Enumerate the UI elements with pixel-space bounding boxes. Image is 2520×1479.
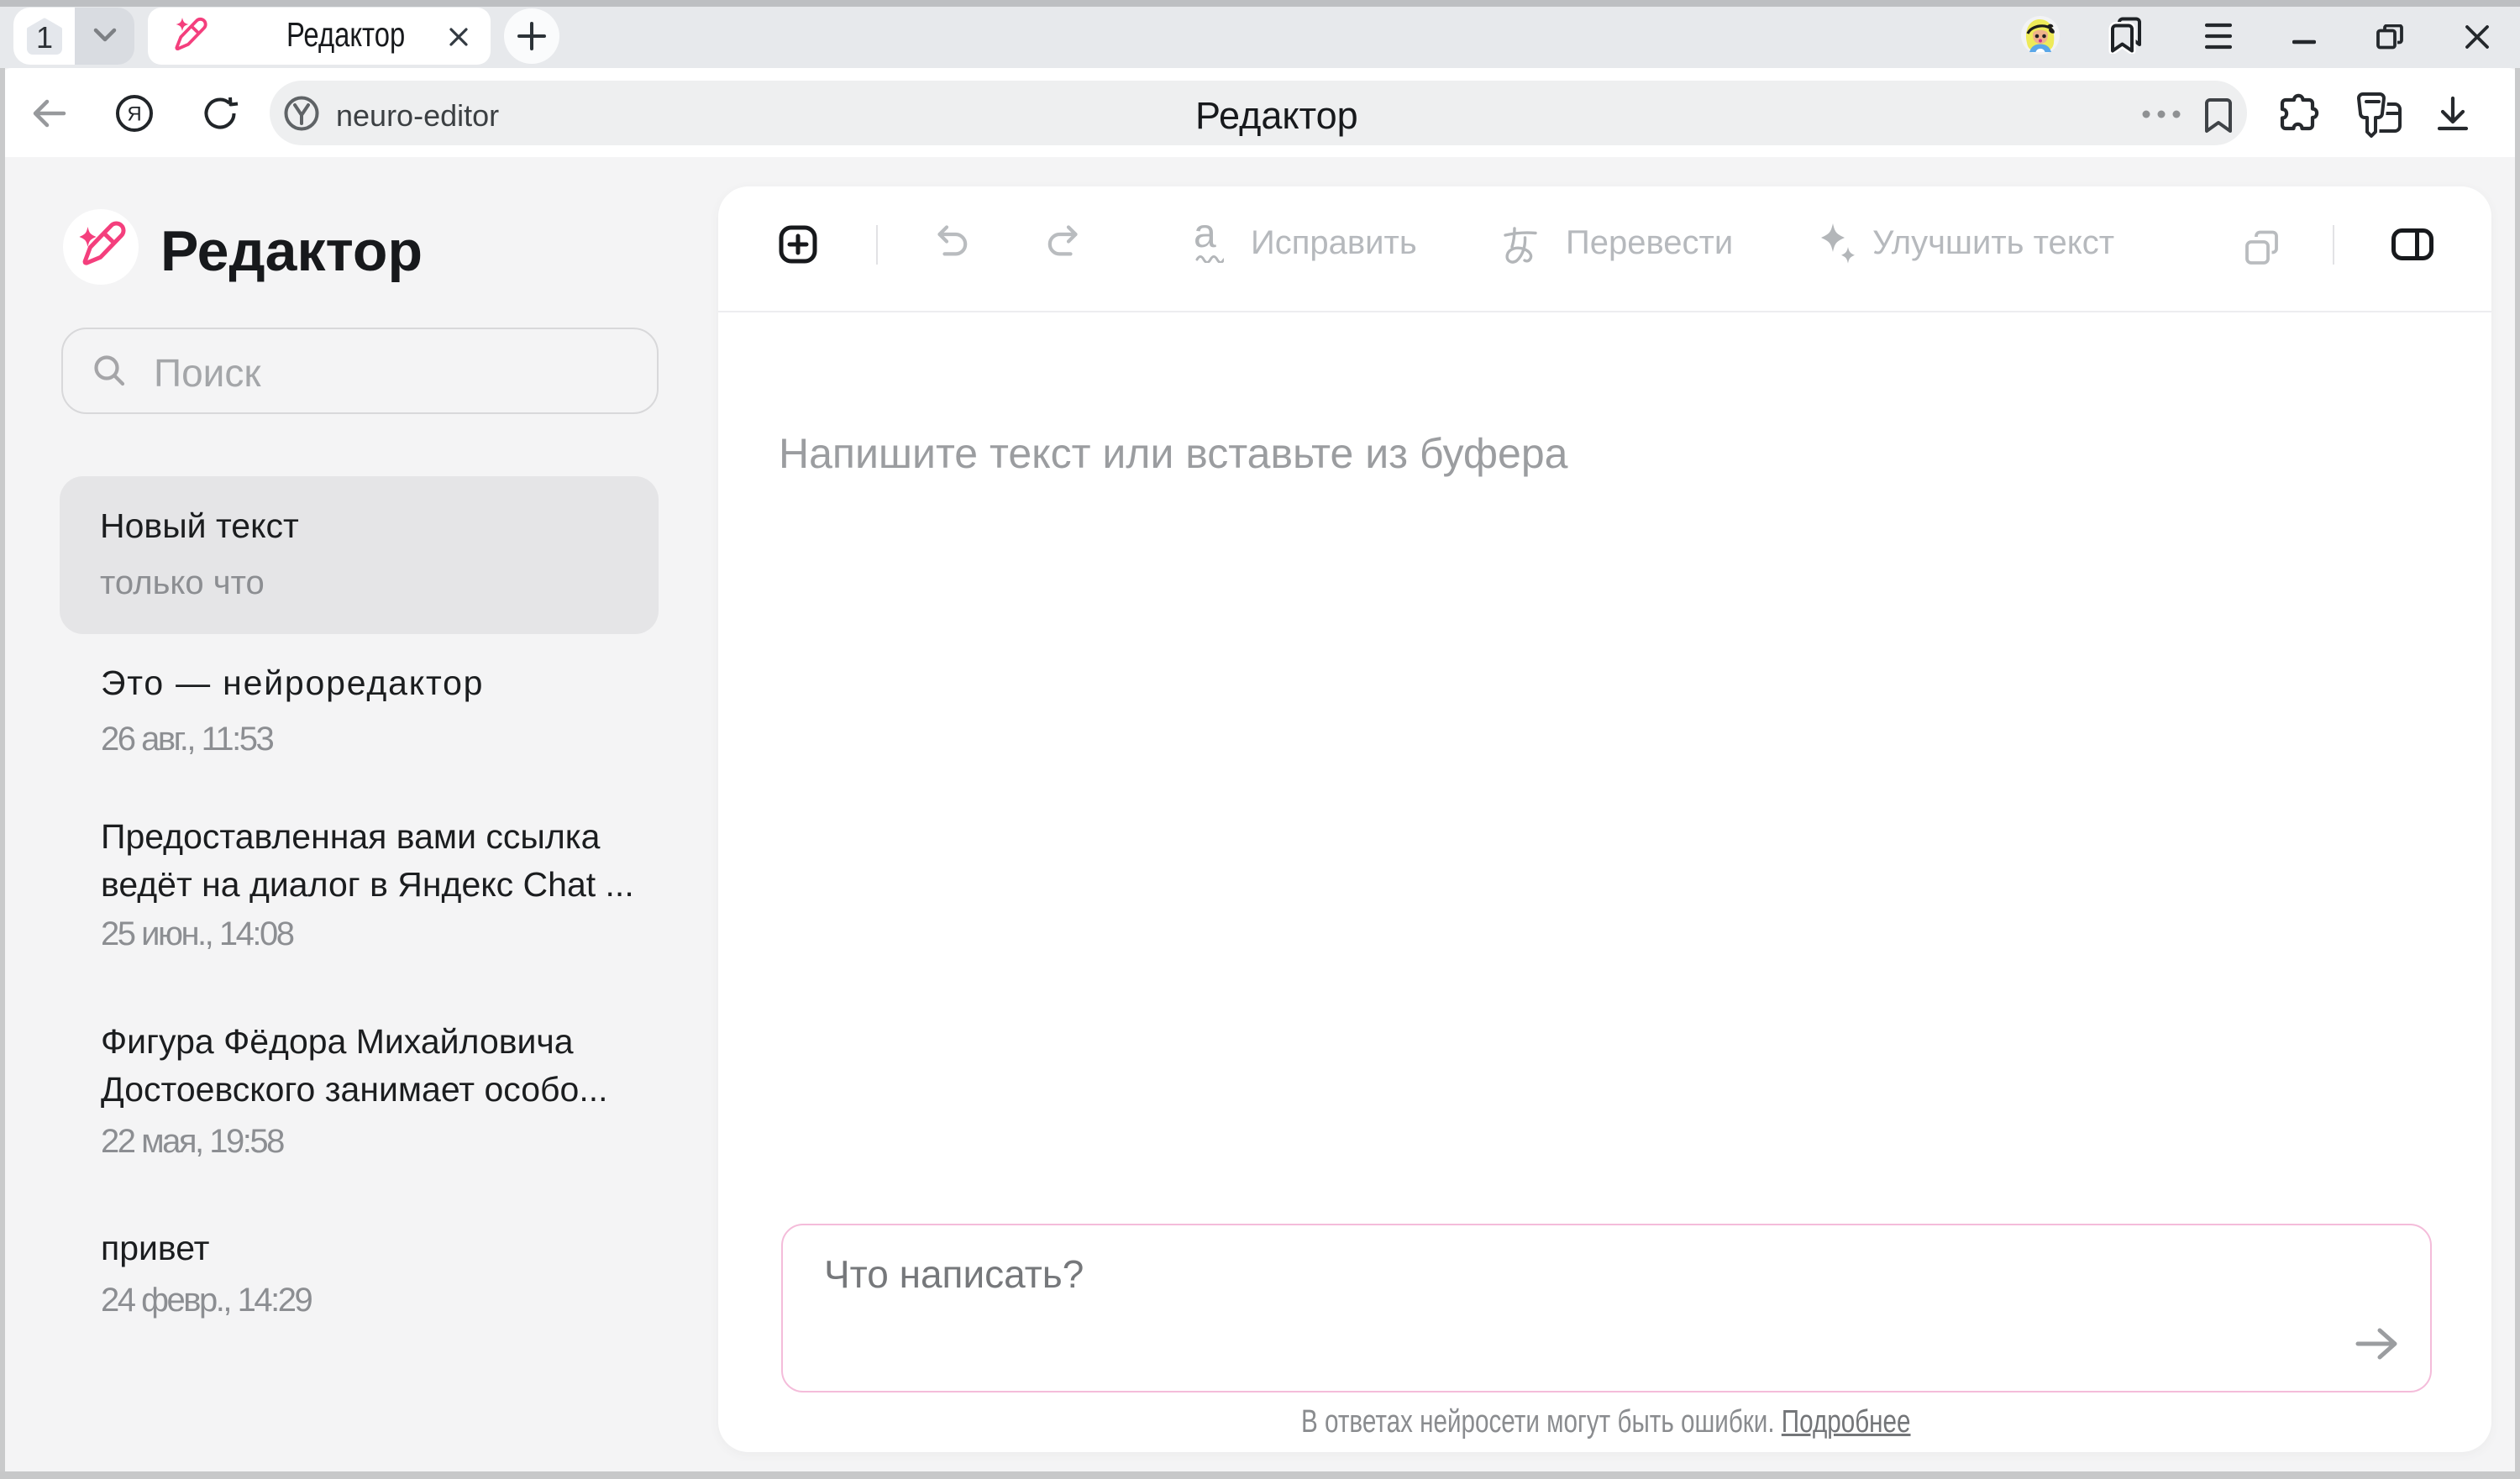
svg-text:Я: Я xyxy=(127,103,141,126)
